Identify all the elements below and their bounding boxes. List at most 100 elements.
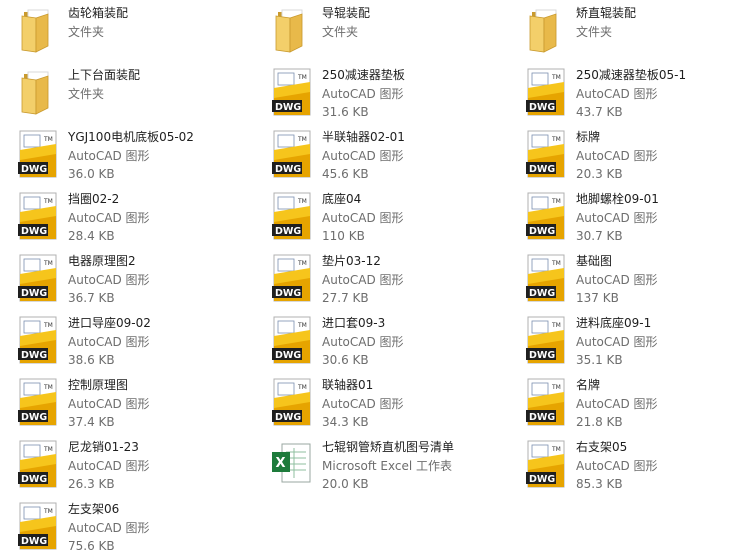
excel-icon: X	[268, 440, 316, 488]
svg-text:DWG: DWG	[275, 412, 301, 423]
file-item[interactable]: X 七辊钢管矫直机图号清单 Microsoft Excel 工作表 20.0 KB	[254, 436, 504, 496]
file-text-block: 250减速器垫板 AutoCAD 图形 31.6 KB	[322, 66, 405, 122]
svg-text:DWG: DWG	[21, 412, 47, 423]
file-size: 30.7 KB	[576, 229, 623, 243]
file-item[interactable]: TM DWG 尼龙销01-23 AutoCAD 图形 26.3 KB	[0, 436, 250, 496]
file-item[interactable]: TM DWG 底座04 AutoCAD 图形 110 KB	[254, 188, 504, 248]
file-item[interactable]: 矫直辊装配 文件夹	[508, 2, 753, 62]
file-type: AutoCAD 图形	[322, 148, 404, 163]
dwg-icon: TM DWG	[522, 192, 570, 240]
file-name: 尼龙销01-23	[68, 440, 139, 454]
file-type: AutoCAD 图形	[576, 458, 658, 473]
svg-text:DWG: DWG	[21, 288, 47, 299]
file-size: 28.4 KB	[68, 229, 115, 243]
file-name: 进料底座09-1	[576, 316, 652, 330]
file-item[interactable]: TM DWG 左支架06 AutoCAD 图形 75.6 KB	[0, 498, 250, 558]
file-size: 34.3 KB	[322, 415, 369, 429]
file-text-block: 进口导座09-02 AutoCAD 图形 38.6 KB	[68, 314, 151, 370]
dwg-icon: TM DWG	[268, 130, 316, 178]
file-item[interactable]: TM DWG 右支架05 AutoCAD 图形 85.3 KB	[508, 436, 753, 496]
dwg-icon: TM DWG	[268, 192, 316, 240]
file-text-block: 右支架05 AutoCAD 图形 85.3 KB	[576, 438, 658, 494]
file-type: AutoCAD 图形	[68, 458, 150, 473]
svg-text:DWG: DWG	[529, 474, 555, 485]
dwg-icon: TM DWG	[522, 254, 570, 302]
file-type: AutoCAD 图形	[576, 86, 658, 101]
dwg-icon: TM DWG	[522, 130, 570, 178]
svg-text:DWG: DWG	[529, 226, 555, 237]
file-size: 137 KB	[576, 291, 619, 305]
file-size: 36.0 KB	[68, 167, 115, 181]
svg-text:DWG: DWG	[275, 350, 301, 361]
file-type: AutoCAD 图形	[68, 334, 150, 349]
file-name: 挡圈02-2	[68, 192, 120, 206]
dwg-icon: TM DWG	[14, 130, 62, 178]
file-item[interactable]: TM DWG 控制原理图 AutoCAD 图形 37.4 KB	[0, 374, 250, 434]
file-item[interactable]: TM DWG 联轴器01 AutoCAD 图形 34.3 KB	[254, 374, 504, 434]
dwg-icon: TM DWG	[14, 378, 62, 426]
file-text-block: 尼龙销01-23 AutoCAD 图形 26.3 KB	[68, 438, 150, 494]
file-text-block: 垫片03-12 AutoCAD 图形 27.7 KB	[322, 252, 404, 308]
file-name: 左支架06	[68, 502, 120, 516]
file-text-block: 控制原理图 AutoCAD 图形 37.4 KB	[68, 376, 150, 432]
file-item[interactable]: TM DWG 250减速器垫板 AutoCAD 图形 31.6 KB	[254, 64, 504, 124]
svg-text:DWG: DWG	[21, 474, 47, 485]
svg-text:TM: TM	[43, 260, 53, 267]
file-type: AutoCAD 图形	[576, 396, 658, 411]
file-item[interactable]: TM DWG 半联轴器02-01 AutoCAD 图形 45.6 KB	[254, 126, 504, 186]
file-text-block: 导辊装配 文件夹	[322, 4, 370, 41]
file-size: 85.3 KB	[576, 477, 623, 491]
dwg-icon: TM DWG	[14, 254, 62, 302]
dwg-icon: TM DWG	[522, 378, 570, 426]
file-text-block: 名牌 AutoCAD 图形 21.8 KB	[576, 376, 658, 432]
svg-text:DWG: DWG	[275, 102, 301, 113]
svg-text:DWG: DWG	[21, 164, 47, 175]
svg-text:DWG: DWG	[529, 288, 555, 299]
file-item[interactable]: 上下台面装配 文件夹	[0, 64, 250, 124]
file-name: 右支架05	[576, 440, 628, 454]
folder-icon	[268, 6, 316, 54]
file-size: 35.1 KB	[576, 353, 623, 367]
dwg-icon: TM DWG	[14, 192, 62, 240]
file-item[interactable]: 齿轮箱装配 文件夹	[0, 2, 250, 62]
folder-icon	[14, 6, 62, 54]
file-item[interactable]: TM DWG 进料底座09-1 AutoCAD 图形 35.1 KB	[508, 312, 753, 372]
svg-text:DWG: DWG	[529, 102, 555, 113]
svg-text:X: X	[276, 456, 286, 471]
file-size: 27.7 KB	[322, 291, 369, 305]
file-item[interactable]: TM DWG 250减速器垫板05-1 AutoCAD 图形 43.7 KB	[508, 64, 753, 124]
file-item[interactable]: TM DWG 标牌 AutoCAD 图形 20.3 KB	[508, 126, 753, 186]
file-item[interactable]: TM DWG YGJ100电机底板05-02 AutoCAD 图形 36.0 KB	[0, 126, 250, 186]
file-size: 36.7 KB	[68, 291, 115, 305]
file-item[interactable]: TM DWG 名牌 AutoCAD 图形 21.8 KB	[508, 374, 753, 434]
file-size: 26.3 KB	[68, 477, 115, 491]
file-text-block: 标牌 AutoCAD 图形 20.3 KB	[576, 128, 658, 184]
file-type: AutoCAD 图形	[576, 210, 658, 225]
file-item[interactable]: TM DWG 电器原理图2 AutoCAD 图形 36.7 KB	[0, 250, 250, 310]
svg-text:DWG: DWG	[21, 226, 47, 237]
file-name: 矫直辊装配	[576, 6, 637, 20]
file-name: 进口导座09-02	[68, 316, 151, 330]
file-type: AutoCAD 图形	[68, 520, 150, 535]
svg-text:TM: TM	[297, 136, 307, 143]
file-size: 75.6 KB	[68, 539, 115, 553]
svg-text:DWG: DWG	[529, 164, 555, 175]
file-text-block: 矫直辊装配 文件夹	[576, 4, 636, 41]
file-item[interactable]: TM DWG 基础图 AutoCAD 图形 137 KB	[508, 250, 753, 310]
file-item[interactable]: TM DWG 挡圈02-2 AutoCAD 图形 28.4 KB	[0, 188, 250, 248]
file-size: 20.0 KB	[322, 477, 369, 491]
file-text-block: 齿轮箱装配 文件夹	[68, 4, 128, 41]
svg-text:TM: TM	[551, 198, 561, 205]
file-item[interactable]: TM DWG 进口导座09-02 AutoCAD 图形 38.6 KB	[0, 312, 250, 372]
file-item[interactable]: TM DWG 地脚螺栓09-01 AutoCAD 图形 30.7 KB	[508, 188, 753, 248]
file-item[interactable]: 导辊装配 文件夹	[254, 2, 504, 62]
file-type: 文件夹	[68, 86, 105, 101]
file-item[interactable]: TM DWG 垫片03-12 AutoCAD 图形 27.7 KB	[254, 250, 504, 310]
file-type: 文件夹	[68, 24, 105, 39]
folder-icon	[522, 6, 570, 54]
dwg-icon: TM DWG	[268, 254, 316, 302]
file-text-block: 电器原理图2 AutoCAD 图形 36.7 KB	[68, 252, 150, 308]
file-type: AutoCAD 图形	[68, 396, 150, 411]
svg-text:DWG: DWG	[21, 536, 47, 547]
file-item[interactable]: TM DWG 进口套09-3 AutoCAD 图形 30.6 KB	[254, 312, 504, 372]
